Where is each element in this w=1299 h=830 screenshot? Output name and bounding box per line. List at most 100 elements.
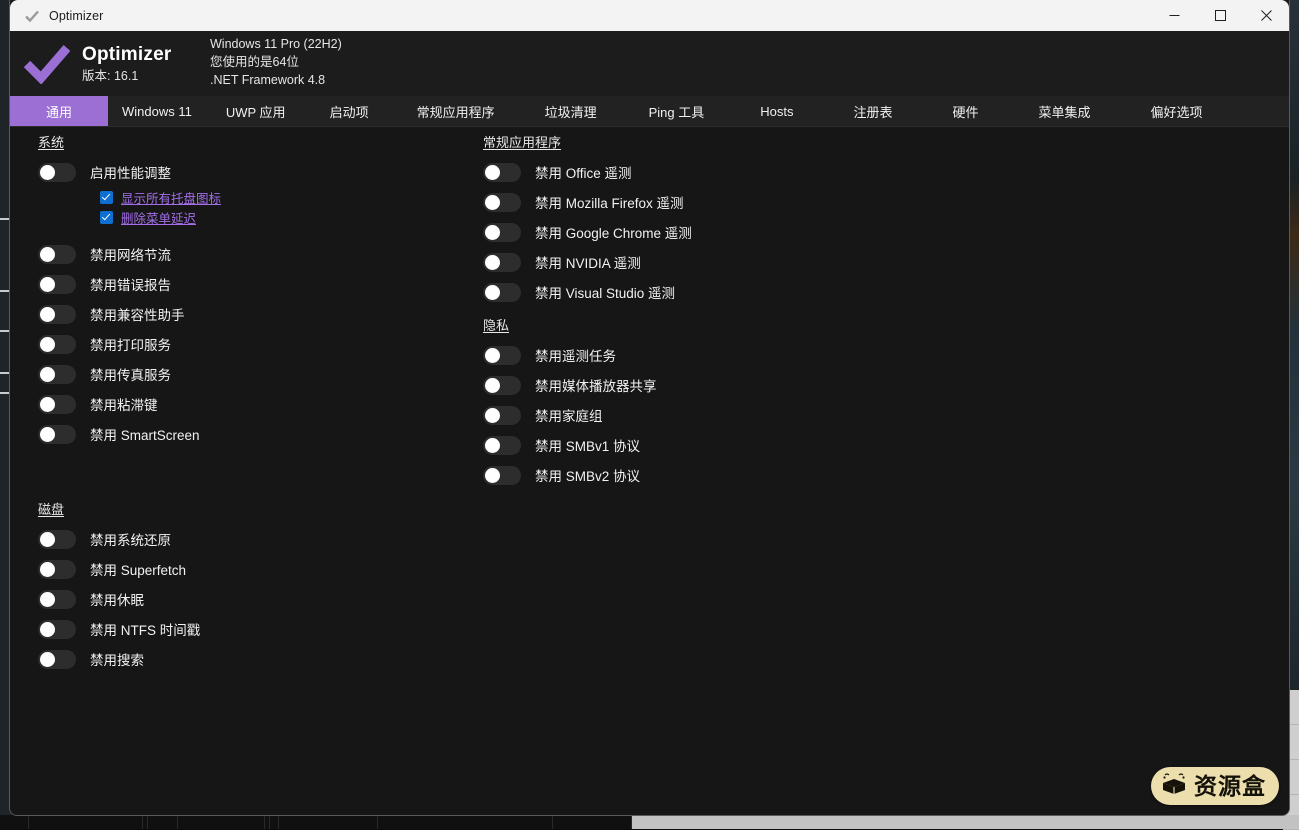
left-option-toggle[interactable] bbox=[38, 425, 76, 444]
left-option-row[interactable]: 禁用 SmartScreen bbox=[38, 419, 221, 449]
tab-4[interactable]: 启动项 bbox=[306, 96, 393, 126]
right-option-toggle[interactable] bbox=[483, 376, 521, 395]
left-option-row[interactable]: 禁用休眠 bbox=[38, 584, 200, 614]
right-option-row[interactable]: 禁用 Google Chrome 遥测 bbox=[483, 217, 692, 247]
watermark-text: 资源盒 bbox=[1194, 775, 1266, 798]
taskbar-strip[interactable] bbox=[0, 815, 1299, 829]
right-option-label: 禁用 Visual Studio 遥测 bbox=[535, 282, 675, 302]
toggle-knob bbox=[40, 307, 55, 322]
left-sub-checkbox[interactable] bbox=[100, 191, 113, 204]
right-option-toggle[interactable] bbox=[483, 253, 521, 272]
taskbar-segment[interactable] bbox=[279, 815, 378, 829]
right-option-toggle[interactable] bbox=[483, 163, 521, 182]
toggle-knob bbox=[40, 165, 55, 180]
tab-10[interactable]: 硬件 bbox=[923, 96, 1009, 126]
tab-8[interactable]: Hosts bbox=[730, 96, 823, 126]
window-titlebar[interactable]: Optimizer bbox=[10, 0, 1289, 31]
left-option-row[interactable]: 禁用传真服务 bbox=[38, 359, 221, 389]
toggle-knob bbox=[40, 367, 55, 382]
left-sub-link[interactable]: 显示所有托盘图标 bbox=[121, 188, 221, 207]
taskbar-segment[interactable] bbox=[178, 815, 265, 829]
tab-3[interactable]: UWP 应用 bbox=[206, 96, 306, 126]
app-name: Optimizer bbox=[82, 44, 171, 66]
tab-9[interactable]: 注册表 bbox=[823, 96, 922, 126]
tab-7[interactable]: Ping 工具 bbox=[623, 96, 731, 126]
taskbar-segment[interactable] bbox=[148, 815, 178, 829]
taskbar-segment[interactable] bbox=[378, 815, 553, 829]
left-option-toggle[interactable] bbox=[38, 530, 76, 549]
close-button[interactable] bbox=[1243, 0, 1289, 31]
left-option-row[interactable]: 禁用粘滞键 bbox=[38, 389, 221, 419]
right-option-toggle[interactable] bbox=[483, 346, 521, 365]
right-option-row[interactable]: 禁用 SMBv2 协议 bbox=[483, 460, 657, 490]
left-option-toggle[interactable] bbox=[38, 395, 76, 414]
left-option-toggle[interactable] bbox=[38, 305, 76, 324]
app-title-block: Optimizer 版本: 16.1 bbox=[82, 44, 171, 83]
taskbar-segment[interactable] bbox=[29, 815, 143, 829]
left-option-toggle[interactable] bbox=[38, 335, 76, 354]
tab-label: Hosts bbox=[760, 104, 793, 119]
maximize-button[interactable] bbox=[1197, 0, 1243, 31]
left-option-row[interactable]: 禁用错误报告 bbox=[38, 269, 221, 299]
right-option-row[interactable]: 禁用 Office 遥测 bbox=[483, 157, 692, 187]
right-option-toggle[interactable] bbox=[483, 193, 521, 212]
right-option-row[interactable]: 禁用 Mozilla Firefox 遥测 bbox=[483, 187, 692, 217]
left-option-toggle[interactable] bbox=[38, 163, 76, 182]
taskbar-segment[interactable] bbox=[553, 815, 632, 829]
right-option-row[interactable]: 禁用 SMBv1 协议 bbox=[483, 430, 657, 460]
left-option-toggle[interactable] bbox=[38, 560, 76, 579]
left-option-row[interactable]: 禁用网络节流 bbox=[38, 239, 221, 269]
right-option-row[interactable]: 禁用家庭组 bbox=[483, 400, 657, 430]
toggle-knob bbox=[40, 337, 55, 352]
toggle-knob bbox=[40, 532, 55, 547]
os-version-text: Windows 11 Pro (22H2) bbox=[210, 36, 342, 54]
left-option-label: 禁用粘滞键 bbox=[90, 394, 158, 414]
tab-5[interactable]: 常规应用程序 bbox=[393, 96, 519, 126]
left-option-toggle[interactable] bbox=[38, 650, 76, 669]
right-option-row[interactable]: 禁用 NVIDIA 遥测 bbox=[483, 247, 692, 277]
tab-label: 偏好选项 bbox=[1151, 102, 1203, 121]
tab-2[interactable]: Windows 11 bbox=[108, 96, 206, 126]
left-option-row[interactable]: 启用性能调整 bbox=[38, 157, 221, 187]
right-option-toggle[interactable] bbox=[483, 466, 521, 485]
right-option-label: 禁用 Mozilla Firefox 遥测 bbox=[535, 192, 684, 212]
left-option-toggle[interactable] bbox=[38, 245, 76, 264]
left-sub-link[interactable]: 删除菜单延迟 bbox=[121, 208, 196, 227]
right-option-row[interactable]: 禁用遥测任务 bbox=[483, 340, 657, 370]
right-option-row[interactable]: 禁用媒体播放器共享 bbox=[483, 370, 657, 400]
right-option-toggle[interactable] bbox=[483, 283, 521, 302]
minimize-button[interactable] bbox=[1151, 0, 1197, 31]
right-option-label: 禁用 NVIDIA 遥测 bbox=[535, 252, 641, 272]
left-sub-subrow[interactable]: 显示所有托盘图标 bbox=[100, 187, 221, 207]
right-option-toggle[interactable] bbox=[483, 436, 521, 455]
toggle-knob bbox=[485, 408, 500, 423]
tab-12[interactable]: 偏好选项 bbox=[1121, 96, 1233, 126]
tab-11[interactable]: 菜单集成 bbox=[1009, 96, 1121, 126]
taskbar-segment[interactable] bbox=[0, 815, 29, 829]
tab-1[interactable]: 通用 bbox=[10, 96, 108, 126]
left-option-toggle[interactable] bbox=[38, 590, 76, 609]
left-option-row[interactable]: 禁用打印服务 bbox=[38, 329, 221, 359]
right-section-title: 隐私 bbox=[483, 315, 509, 334]
toggle-knob bbox=[485, 165, 500, 180]
left-option-toggle[interactable] bbox=[38, 275, 76, 294]
left-option-label: 禁用搜索 bbox=[90, 649, 144, 669]
right-option-toggle[interactable] bbox=[483, 223, 521, 242]
left-option-toggle[interactable] bbox=[38, 365, 76, 384]
right-option-row[interactable]: 禁用 Visual Studio 遥测 bbox=[483, 277, 692, 307]
taskbar-empty-area[interactable] bbox=[632, 815, 1299, 829]
left-option-toggle[interactable] bbox=[38, 620, 76, 639]
left-option-row[interactable]: 禁用系统还原 bbox=[38, 524, 200, 554]
toggle-knob bbox=[485, 225, 500, 240]
left-option-row[interactable]: 禁用 Superfetch bbox=[38, 554, 200, 584]
right-option-toggle[interactable] bbox=[483, 406, 521, 425]
left-sub-checkbox[interactable] bbox=[100, 211, 113, 224]
left-option-row[interactable]: 禁用 NTFS 时间戳 bbox=[38, 614, 200, 644]
tab-label: 注册表 bbox=[853, 102, 892, 121]
left-option-row[interactable]: 禁用搜索 bbox=[38, 644, 200, 674]
right-option-label: 禁用 SMBv2 协议 bbox=[535, 465, 640, 485]
tab-6[interactable]: 垃圾清理 bbox=[519, 96, 623, 126]
left-sub-subrow[interactable]: 删除菜单延迟 bbox=[100, 207, 221, 227]
left-option-row[interactable]: 禁用兼容性助手 bbox=[38, 299, 221, 329]
taskbar-segment[interactable] bbox=[270, 815, 279, 829]
